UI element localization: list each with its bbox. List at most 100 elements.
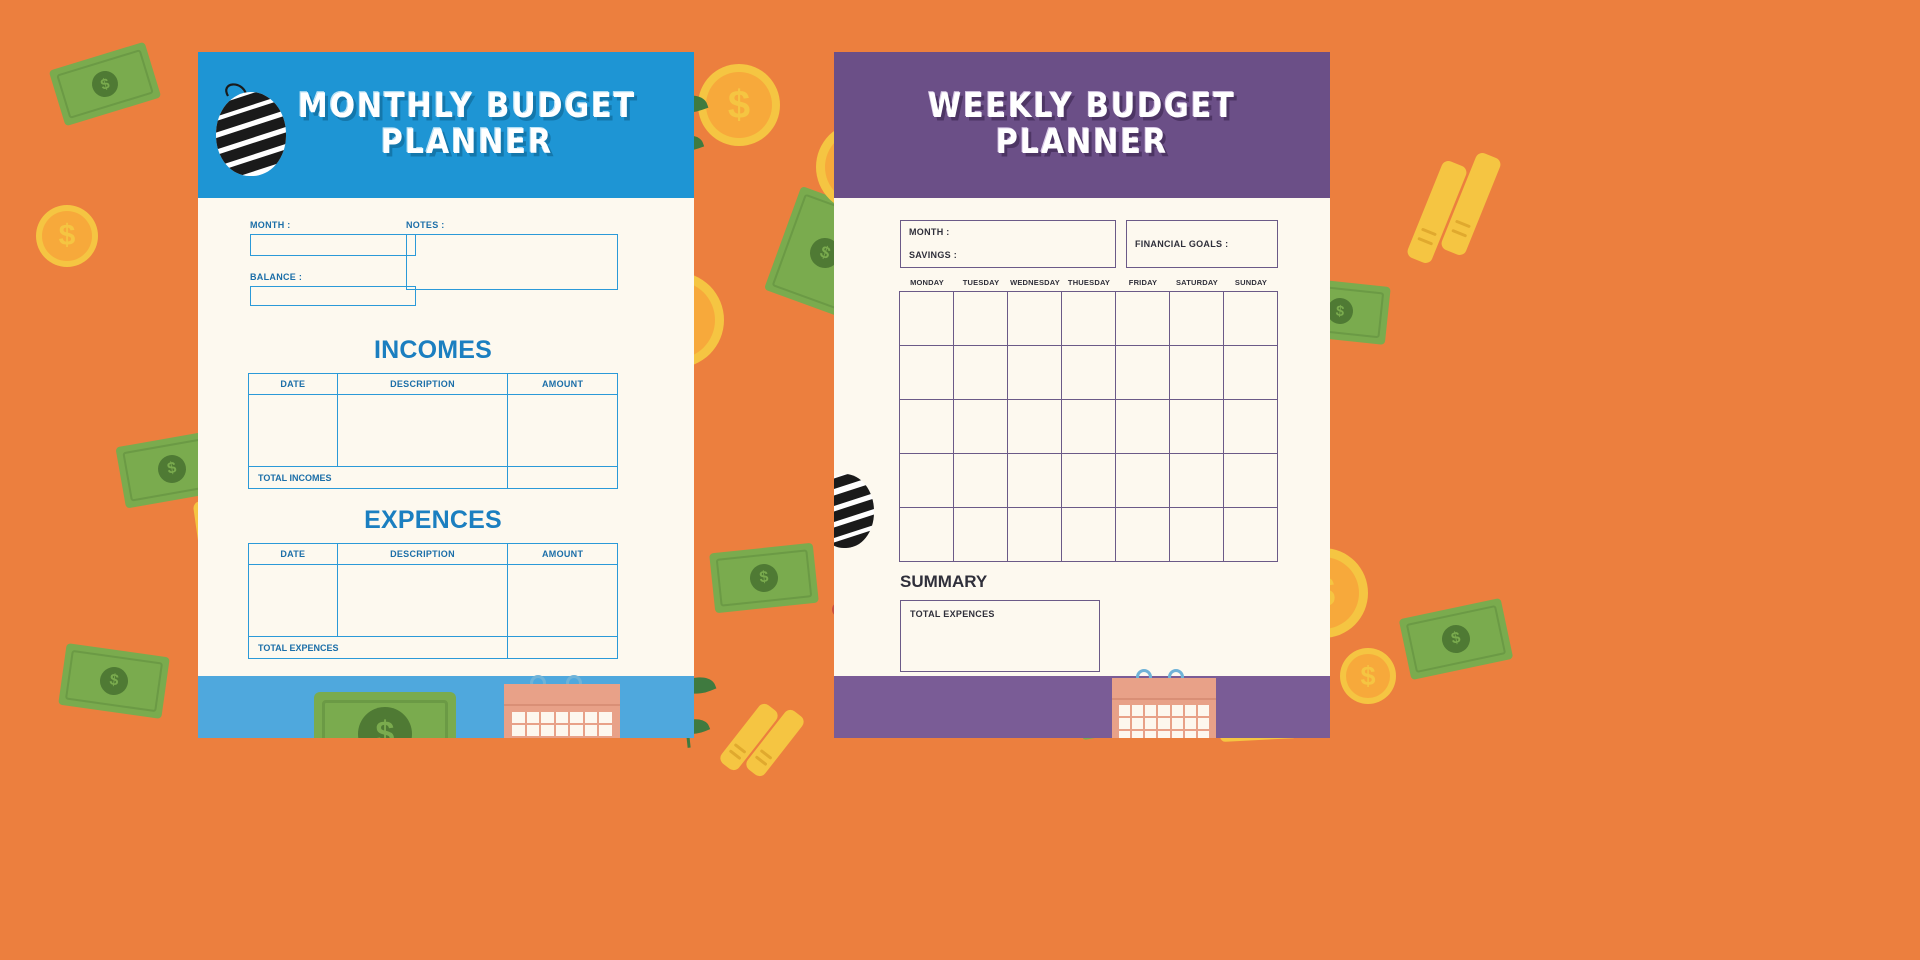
calendar-cell[interactable] — [899, 399, 954, 454]
incomes-col-date: DATE — [248, 373, 338, 395]
calendar-cell[interactable] — [1115, 291, 1170, 346]
incomes-cell-date[interactable] — [248, 394, 338, 467]
financial-goals-box[interactable]: FINANCIAL GOALS : — [1126, 220, 1278, 268]
calendar-cell[interactable] — [1061, 345, 1116, 400]
calendar-cell[interactable] — [1115, 453, 1170, 508]
calendar-cell[interactable] — [1169, 291, 1224, 346]
incomes-col-amount: AMOUNT — [507, 373, 618, 395]
monthly-page-header: MONTHLY BUDGET PLANNER — [198, 52, 694, 198]
calendar-cell[interactable] — [1169, 399, 1224, 454]
weekday-wednesday: WEDNESDAY — [1010, 278, 1060, 287]
expences-cell-description[interactable] — [336, 564, 509, 637]
calendar-cell[interactable] — [1115, 399, 1170, 454]
page-title: WEEKLY BUDGET PLANNER — [928, 88, 1236, 162]
monthly-budget-planner-page: MONTHLY BUDGET PLANNER MONTH : BALANCE:… — [198, 52, 694, 738]
calendar-cell[interactable] — [899, 345, 954, 400]
table-row[interactable] — [248, 394, 618, 467]
calendar-cell[interactable] — [1115, 345, 1170, 400]
expences-cell-amount[interactable] — [507, 564, 618, 637]
weekday-header-row: MONDAY TUESDAY WEDNESDAY THUESDAY FRIDAY… — [900, 278, 1278, 287]
dollar-glyph: $ — [98, 74, 112, 94]
poster-canvas: $ $ $ $ $ $ $ $ $ $ $ $ $ $ $ — [0, 0, 1920, 960]
calendar-cell[interactable] — [953, 291, 1008, 346]
weekday-sunday: SUNDAY — [1234, 278, 1268, 287]
calendar-cell[interactable] — [1007, 507, 1062, 562]
gold-bar-icon — [717, 701, 781, 773]
dollar-glyph: $ — [375, 714, 395, 739]
coin-icon: $ — [1340, 648, 1396, 704]
calendar-cell[interactable] — [1007, 399, 1062, 454]
weekly-calendar-grid — [899, 291, 1278, 562]
calendar-cell[interactable] — [1007, 345, 1062, 400]
calendar-cell[interactable] — [1007, 453, 1062, 508]
coin-icon: $ — [698, 64, 780, 146]
calendar-cell[interactable] — [1061, 453, 1116, 508]
month-savings-box[interactable]: MONTH : SAVINGS : — [900, 220, 1116, 268]
calendar-cell[interactable] — [1223, 345, 1278, 400]
calendar-cell[interactable] — [953, 453, 1008, 508]
monthly-page-body: MONTH : BALANCE : NOTES : INCOMES DATE D… — [198, 198, 694, 738]
calendar-cell[interactable] — [1061, 507, 1116, 562]
calendar-cell[interactable] — [1115, 507, 1170, 562]
page-title: MONTHLY BUDGET PLANNER — [298, 88, 636, 162]
page-title-line2: PLANNER — [995, 122, 1169, 162]
gold-bar-icon — [1439, 150, 1503, 258]
incomes-col-description: DESCRIPTION — [336, 373, 509, 395]
incomes-heading: INCOMES — [373, 336, 493, 364]
calendar-cell[interactable] — [1223, 507, 1278, 562]
table-row[interactable] — [248, 564, 618, 637]
weekday-friday: FRIDAY — [1128, 278, 1158, 287]
expences-total-row: TOTAL EXPENCES — [247, 636, 618, 659]
coin-icon: $ — [36, 205, 98, 267]
calendar-cell[interactable] — [899, 453, 954, 508]
summary-section: SUMMARY TOTAL EXPENCES — [900, 572, 1100, 672]
month-label: MONTH : — [250, 220, 291, 230]
calendar-cell[interactable] — [953, 345, 1008, 400]
calendar-cell[interactable] — [1169, 453, 1224, 508]
savings-label: SAVINGS : — [909, 250, 958, 260]
calendar-cell[interactable] — [1061, 291, 1116, 346]
financial-goals-label: FINANCIAL GOALS : — [1135, 239, 1229, 249]
calendar-cell[interactable] — [953, 507, 1008, 562]
banknote-icon: $ — [314, 692, 456, 738]
calendar-cell[interactable] — [1223, 399, 1278, 454]
notes-input[interactable] — [406, 234, 618, 290]
summary-total-label: TOTAL EXPENCES — [910, 609, 995, 619]
banknote-icon: $ — [709, 542, 819, 614]
calendar-cell[interactable] — [953, 399, 1008, 454]
calendar-cell[interactable] — [899, 507, 954, 562]
expences-cell-date[interactable] — [248, 564, 338, 637]
calendar-cell[interactable] — [1223, 453, 1278, 508]
weekday-saturday: SATURDAY — [1175, 278, 1219, 287]
incomes-section: INCOMES DATE DESCRIPTION AMOUNT TOTAL IN… — [247, 336, 618, 489]
balloon-icon — [834, 474, 874, 548]
weekday-thursday: THUESDAY — [1067, 278, 1111, 287]
expences-total-value[interactable] — [507, 636, 618, 659]
calendar-cell[interactable] — [1169, 507, 1224, 562]
calendar-cell[interactable] — [1061, 399, 1116, 454]
summary-heading: SUMMARY — [900, 572, 988, 591]
expences-col-date: DATE — [248, 543, 338, 565]
expences-col-description: DESCRIPTION — [336, 543, 509, 565]
weekday-monday: MONDAY — [910, 278, 944, 287]
incomes-cell-amount[interactable] — [507, 394, 618, 467]
month-input[interactable] — [250, 234, 416, 256]
expences-total-label: TOTAL EXPENCES — [247, 636, 509, 659]
calendar-icon — [504, 675, 620, 738]
calendar-cell[interactable] — [1007, 291, 1062, 346]
calendar-cell[interactable] — [1169, 345, 1224, 400]
balance-label: BALANCE : — [250, 272, 303, 282]
month-label: MONTH : — [909, 227, 950, 237]
page-title-line2: PLANNER — [380, 122, 554, 162]
expences-col-amount: AMOUNT — [507, 543, 618, 565]
incomes-total-value[interactable] — [507, 466, 618, 489]
balance-input[interactable] — [250, 286, 416, 306]
gold-bar-icon — [743, 707, 807, 779]
expences-table: DATE DESCRIPTION AMOUNT TOTAL EXPENCES — [247, 543, 618, 659]
summary-box[interactable]: TOTAL EXPENCES — [900, 600, 1100, 672]
incomes-cell-description[interactable] — [336, 394, 509, 467]
calendar-cell[interactable] — [1223, 291, 1278, 346]
month-field-group: MONTH : — [250, 220, 416, 256]
gold-bar-icon — [1405, 158, 1469, 266]
calendar-cell[interactable] — [899, 291, 954, 346]
